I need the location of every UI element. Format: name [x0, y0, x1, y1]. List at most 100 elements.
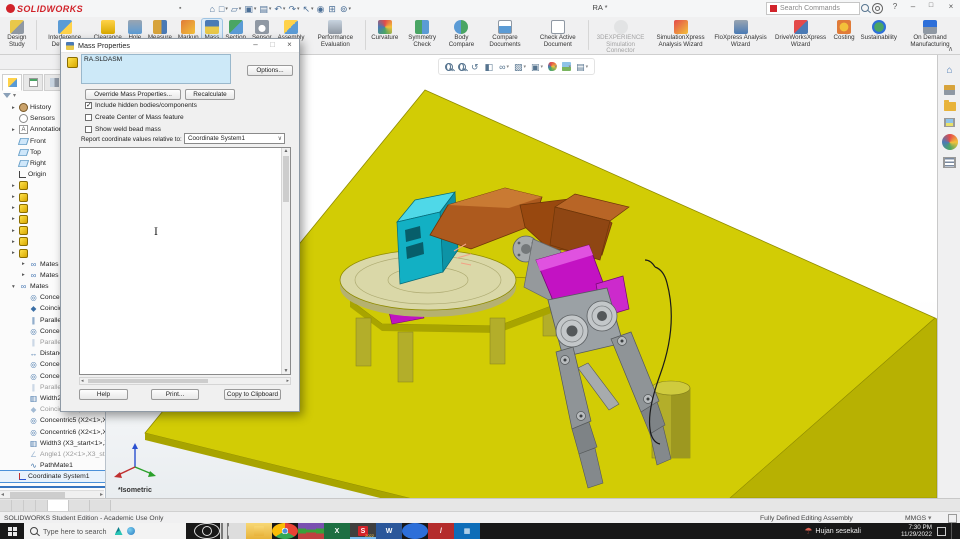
search-extra-icon — [114, 527, 123, 535]
expand-icon[interactable]: ▸ — [12, 205, 19, 211]
coincident-icon: ◆ — [30, 405, 37, 415]
expand-icon[interactable]: ▸ — [22, 272, 29, 278]
expand-icon[interactable]: ▾ — [12, 284, 19, 290]
pathmate-icon: ∿ — [30, 461, 37, 471]
report-vertical-scrollbar[interactable]: ▲ ▼ — [281, 148, 290, 374]
dialog-titlebar[interactable]: Mass Properties – □ × — [61, 39, 299, 53]
status-tag-icon[interactable] — [948, 513, 957, 523]
dialog-maximize-button[interactable]: □ — [265, 40, 280, 49]
windows-taskbar: Type here to search X S 2022 W / ▦ ☂ Huj… — [0, 523, 960, 539]
recalculate-button[interactable]: Recalculate — [185, 89, 235, 100]
search-commands-input[interactable]: Search Commands — [766, 2, 860, 15]
expand-icon[interactable]: ▸ — [12, 105, 19, 111]
expand-icon[interactable]: ▸ — [12, 183, 19, 189]
tree-item[interactable]: ∠ Angle1 (X2<1>,X3_start<1 — [0, 449, 105, 460]
tree-item[interactable]: ◎ Concentric6 (X2<1>,X3_st — [0, 426, 105, 437]
tree-item[interactable]: Coordinate System1 — [0, 470, 105, 484]
small-table-leg[interactable] — [397, 331, 414, 383]
tree-filter[interactable]: ▾ — [3, 92, 16, 99]
expand-icon[interactable]: ▸ — [12, 250, 19, 256]
options-button[interactable]: Options... — [247, 65, 293, 76]
combo-label: Report coordinate values relative to: — [81, 136, 182, 143]
solidworks-logo: SOLIDWORKS — [6, 3, 83, 14]
units-dropdown-icon[interactable]: ▾ — [928, 514, 931, 522]
solidworks-window: SOLIDWORKS ▪ ⌂ □ ▾ ▱ ▾ ▣ ▾ ▤ ▾ ↶ ▾ ↷ ▾ ↖ ▾ ◉ ⊞ ⊚ ▾ RA * Se… — [0, 0, 960, 539]
dialog-checkbox[interactable]: Create Center of Mass feature — [85, 114, 184, 121]
component-icon — [19, 192, 28, 202]
scrollbar-thumb[interactable] — [283, 156, 289, 202]
window-title: RA * — [592, 3, 608, 12]
expand-icon[interactable]: ▸ — [22, 261, 29, 267]
propertymanager-tab[interactable] — [23, 74, 43, 91]
parallel-icon: ∥ — [31, 338, 36, 348]
expand-icon[interactable]: ▸ — [12, 216, 19, 222]
small-table-leg[interactable] — [489, 317, 506, 365]
small-table-leg[interactable] — [355, 317, 372, 367]
brand-gear-icon — [6, 3, 15, 13]
width-icon: ▥ — [29, 438, 38, 448]
help-button[interactable]: Help — [79, 389, 128, 400]
component-icon — [19, 203, 28, 213]
history-icon — [19, 103, 28, 113]
panel-scrollbar[interactable]: ◂ ▸ — [0, 490, 104, 498]
task-pane: ⌂ — [937, 55, 960, 498]
featuremanager-tree-tab[interactable] — [2, 74, 22, 91]
search-icon[interactable] — [861, 4, 869, 12]
tree-item[interactable]: ◎ Concentric5 (X2<1>,X3_st — [0, 415, 105, 426]
maximize-button[interactable]: □ — [924, 2, 938, 9]
dialog-close-button[interactable]: × — [282, 40, 297, 49]
selection-listbox[interactable]: RA.SLDASM — [81, 54, 231, 84]
show-desktop-button[interactable] — [951, 523, 954, 539]
units-selector[interactable]: MMGS — [905, 515, 926, 522]
dialog-checkbox[interactable]: Show weld bead mass — [85, 126, 161, 133]
document-tab-bar — [0, 498, 960, 512]
concentric-icon: ◎ — [30, 360, 37, 370]
user-account-icon[interactable] — [872, 3, 883, 14]
clock[interactable]: 7:30 PM 11/29/2022 — [901, 524, 932, 538]
concentric-icon: ◎ — [30, 416, 37, 426]
expand-icon[interactable]: ▸ — [12, 228, 19, 234]
start-button[interactable] — [0, 523, 24, 539]
scroll-left-icon[interactable]: ◂ — [1, 491, 4, 498]
tree-tab-icon — [7, 78, 17, 87]
globe-icon — [126, 527, 135, 535]
ribbon-collapse-icon[interactable]: ∧ — [948, 45, 953, 53]
dialog-checkbox[interactable]: Include hidden bodies/components — [85, 101, 197, 109]
taskbar-search-input[interactable]: Type here to search — [24, 523, 186, 539]
override-mass-properties-button[interactable]: Override Mass Properties... — [85, 89, 181, 100]
text-cursor: I — [154, 227, 158, 238]
help-button[interactable]: ? — [888, 2, 902, 11]
action-center-icon[interactable] — [937, 526, 946, 536]
coordinate-system-dropdown[interactable]: Coordinate System1 ∨ — [184, 133, 285, 144]
dialog-minimize-button[interactable]: – — [248, 40, 263, 49]
mass-properties-report[interactable]: ▲ ▼ — [79, 147, 291, 375]
scroll-right-icon[interactable]: ▸ — [100, 491, 103, 498]
plane-icon — [17, 148, 30, 156]
defined-status: Fully Defined — [760, 514, 800, 522]
scroll-down-icon[interactable]: ▼ — [282, 368, 290, 374]
copy-to-clipboard-button[interactable]: Copy to Clipboard — [224, 389, 281, 400]
minimize-button[interactable]: – — [906, 2, 920, 11]
weather-widget[interactable]: ☂ Hujan sesekali — [804, 526, 861, 537]
expand-icon[interactable]: ▸ — [12, 127, 19, 133]
scroll-left-icon[interactable]: ◂ — [81, 378, 84, 385]
scroll-up-icon[interactable]: ▲ — [282, 148, 290, 154]
search-sw-icon — [770, 5, 777, 12]
report-horizontal-scrollbar[interactable]: ◂ ▸ — [79, 377, 291, 385]
tree-item[interactable]: ∿ PathMate1 — [0, 460, 105, 471]
print-button[interactable]: Print... — [151, 389, 199, 400]
panel-splitter[interactable] — [0, 486, 105, 488]
expand-icon[interactable]: ▸ — [12, 194, 19, 200]
scroll-right-icon[interactable]: ▸ — [286, 378, 289, 385]
table-leg-shade — [671, 388, 690, 458]
expand-icon[interactable]: ▸ — [12, 239, 19, 245]
view-orientation-label: *Isometric — [118, 487, 152, 494]
width-icon: ▥ — [29, 393, 38, 403]
distance-icon: ↔ — [29, 349, 38, 359]
pin-menu-icon[interactable]: ▪ — [179, 5, 181, 12]
edition-label: SOLIDWORKS Student Edition - Academic Us… — [4, 514, 164, 522]
scrollbar-thumb[interactable] — [88, 379, 208, 383]
close-button[interactable]: × — [944, 2, 958, 11]
configuration-tab-icon — [49, 78, 59, 87]
tree-item[interactable]: ▥ Width3 (X3_start<1>,X2< — [0, 438, 105, 449]
